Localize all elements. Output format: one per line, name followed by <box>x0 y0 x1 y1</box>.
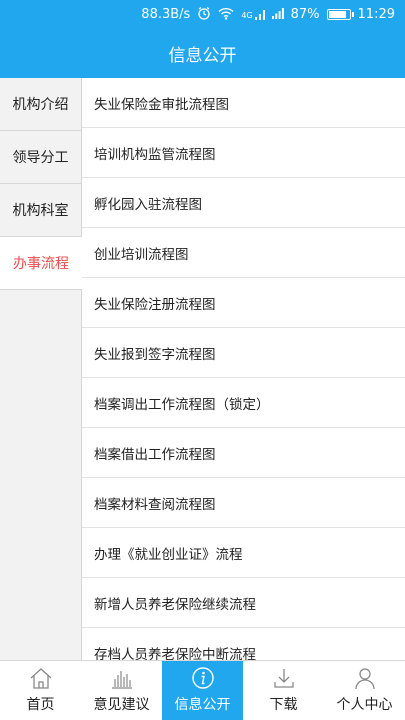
tab-label: 个人中心 <box>336 697 393 713</box>
battery-icon <box>326 8 354 20</box>
list-item[interactable]: 失业报到签字流程图 <box>82 328 405 378</box>
list-item[interactable]: 培训机构监管流程图 <box>82 128 405 178</box>
list-item[interactable]: 创业培训流程图 <box>82 228 405 278</box>
list-item[interactable]: 办理《就业创业证》流程 <box>82 528 405 578</box>
sidebar-item-departments[interactable]: 机构科室 <box>0 184 82 237</box>
download-icon <box>273 669 294 688</box>
tab-label: 下载 <box>269 697 298 713</box>
4g-signal-icon: 4G <box>241 9 265 20</box>
clock: 11:29 <box>357 6 395 22</box>
person-icon <box>354 668 375 690</box>
list-item[interactable]: 档案借出工作流程图 <box>82 428 405 478</box>
list-item[interactable]: 档案调出工作流程图（锁定） <box>82 378 405 428</box>
list-item[interactable]: 档案材料查阅流程图 <box>82 478 405 528</box>
tab-info-public[interactable]: 信息公开 <box>162 661 243 720</box>
bottom-tab-bar: 首页 意见建议 信息公开 下载 个人中心 <box>0 660 405 720</box>
network-speed: 88.3B/s <box>141 6 191 22</box>
sidebar-item-org-intro[interactable]: 机构介绍 <box>0 78 82 131</box>
network-type: 4G <box>241 10 253 20</box>
title-bar: 信息公开 <box>0 28 405 78</box>
sidebar-item-leadership[interactable]: 领导分工 <box>0 131 82 184</box>
bar-chart-icon <box>111 671 132 689</box>
alarm-icon <box>197 6 211 22</box>
tab-profile[interactable]: 个人中心 <box>324 661 405 720</box>
tab-download[interactable]: 下载 <box>243 661 324 720</box>
tab-label: 首页 <box>26 697 55 713</box>
tab-home[interactable]: 首页 <box>0 661 81 720</box>
home-icon <box>30 668 51 689</box>
tab-label: 意见建议 <box>93 697 150 713</box>
list-item[interactable]: 孵化园入驻流程图 <box>82 178 405 228</box>
cell-signal-icon <box>271 7 284 21</box>
battery-percent: 87% <box>290 6 320 22</box>
sidebar: 机构介绍 领导分工 机构科室 办事流程 <box>0 78 82 660</box>
page-title: 信息公开 <box>168 45 237 66</box>
list-item[interactable]: 存档人员养老保险中断流程 <box>82 628 405 661</box>
list-item[interactable]: 失业保险注册流程图 <box>82 278 405 328</box>
list-item[interactable]: 新增人员养老保险继续流程 <box>82 578 405 628</box>
wifi-icon <box>218 7 234 22</box>
sidebar-filler <box>0 290 82 660</box>
list-item[interactable]: 失业保险金审批流程图 <box>82 78 405 128</box>
sidebar-item-procedures[interactable]: 办事流程 <box>0 237 82 290</box>
tab-label: 信息公开 <box>174 697 231 713</box>
tab-suggestions[interactable]: 意见建议 <box>81 661 162 720</box>
status-bar: 88.3B/s 4G 87% 11:29 <box>0 0 405 28</box>
info-icon <box>191 667 214 689</box>
procedure-list[interactable]: 失业保险金审批流程图 培训机构监管流程图 孵化园入驻流程图 创业培训流程图 失业… <box>82 78 405 660</box>
